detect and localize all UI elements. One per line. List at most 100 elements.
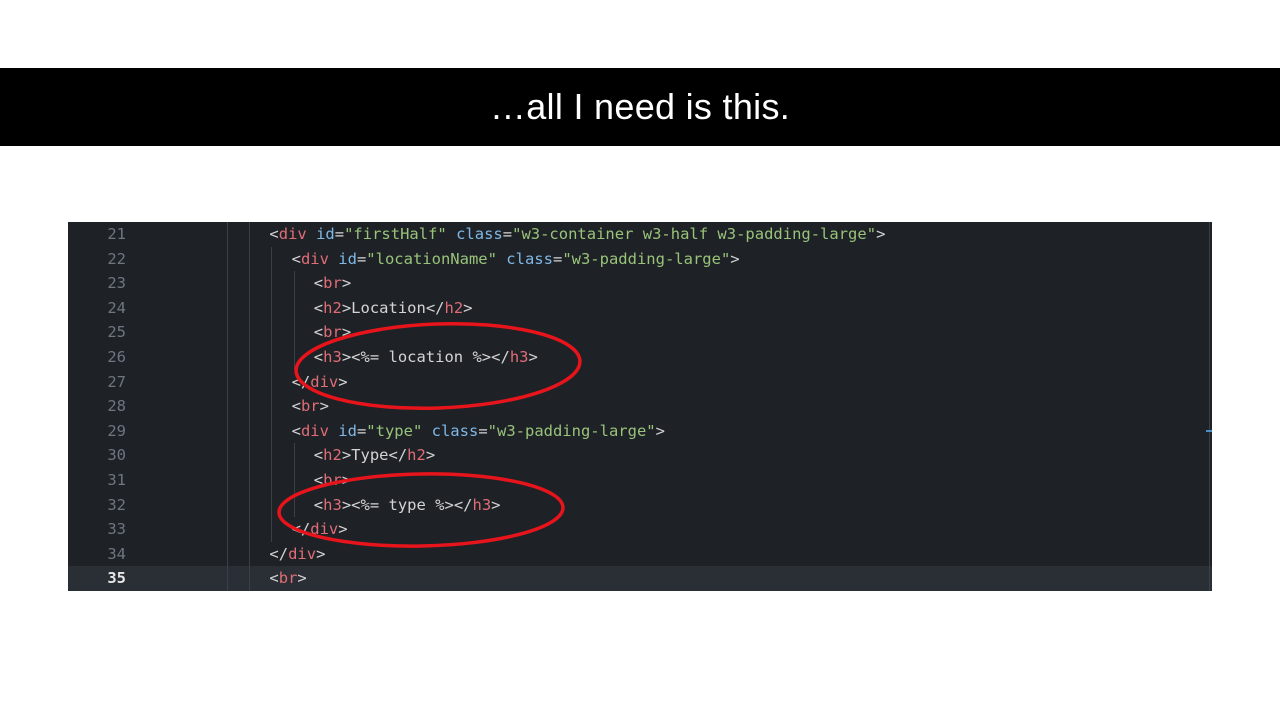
- indent-guide: [249, 566, 251, 591]
- indent-guide: [271, 468, 273, 493]
- code-token: =: [478, 421, 488, 440]
- code-token: =: [552, 249, 563, 268]
- indent-guide: [227, 320, 228, 345]
- code-token: <%= location %>: [351, 348, 492, 366]
- indent-guide: [249, 222, 251, 247]
- line-number: 33: [107, 520, 126, 539]
- indent-guide: [271, 517, 273, 542]
- line-number: 25: [107, 323, 126, 342]
- code-token: >: [730, 249, 740, 268]
- indent-guide: [227, 295, 228, 321]
- code-token: "firstHalf": [344, 225, 447, 243]
- code-token: "w3-padding-large": [562, 249, 731, 268]
- code-token: <: [291, 421, 301, 440]
- line-number: 34: [107, 544, 126, 563]
- code-text: <h3><%= location %></h3>: [314, 345, 538, 370]
- indent-guide: [249, 517, 251, 542]
- code-token: </: [388, 446, 408, 465]
- code-token: h2: [323, 298, 342, 317]
- code-token: <: [313, 446, 324, 465]
- code-line: 21 <div id="firstHalf" class="w3-containe…: [68, 222, 1212, 247]
- editor-ruler: [1209, 222, 1210, 591]
- code-token: >: [341, 495, 352, 514]
- code-token: </: [425, 298, 445, 317]
- line-number: 32: [107, 495, 126, 514]
- code-token: h2: [323, 446, 342, 465]
- code-token: >: [341, 348, 352, 366]
- code-token: h2: [407, 446, 426, 465]
- code-text: <br>: [292, 394, 329, 419]
- indent-guide: [227, 369, 228, 395]
- code-text: <h2>Type</h2>: [314, 443, 435, 468]
- indent-guide: [249, 271, 251, 296]
- code-token: <: [313, 274, 324, 293]
- code-token: br: [323, 471, 342, 489]
- slide-title: …all I need is this.: [489, 86, 791, 127]
- code-token: </: [453, 495, 473, 514]
- code-token: "w3-container w3-half w3-padding-large": [512, 225, 877, 243]
- indent-guide: [249, 320, 251, 345]
- code-token: </: [491, 348, 510, 366]
- code-token: >: [528, 348, 538, 366]
- code-token: >: [338, 372, 348, 391]
- indent-guide: [227, 541, 228, 567]
- code-token: div: [300, 421, 329, 440]
- code-token: >: [341, 323, 352, 342]
- code-line: 24 <h2>Location</h2>: [68, 295, 1212, 321]
- line-number: 23: [107, 274, 126, 293]
- code-token: div: [288, 544, 317, 563]
- code-text: <div id="locationName" class="w3-padding…: [292, 247, 740, 272]
- indent-guide: [227, 271, 228, 296]
- code-token: class: [456, 225, 503, 243]
- slide: …all I need is this. 21 <div id="firstHal…: [0, 0, 1280, 720]
- code-line: 29 <div id="type" class="w3-padding-large…: [68, 418, 1212, 444]
- code-editor-screenshot: 21 <div id="firstHalf" class="w3-containe…: [68, 222, 1212, 591]
- code-token: br: [300, 397, 320, 416]
- code-token: Type: [351, 446, 389, 465]
- code-token: <: [313, 495, 324, 514]
- code-token: <: [269, 225, 279, 243]
- code-token: >: [338, 520, 348, 539]
- code-token: <: [291, 249, 301, 268]
- indent-guide: [249, 394, 251, 419]
- code-token: >: [876, 225, 886, 243]
- code-token: >: [341, 471, 352, 489]
- indent-guide: [293, 492, 295, 518]
- code-token: <%= type %>: [351, 495, 454, 514]
- scrollbar-marker: [1206, 430, 1212, 432]
- line-number: 35: [107, 569, 126, 588]
- code-token: id: [338, 249, 357, 268]
- code-token: id: [338, 421, 357, 440]
- code-token: class: [431, 421, 479, 440]
- code-token: <: [313, 471, 324, 489]
- code-token: Location: [351, 298, 426, 317]
- code-token: </: [291, 520, 311, 539]
- code-token: div: [278, 225, 307, 243]
- code-token: >: [341, 298, 352, 317]
- code-token: id: [316, 225, 335, 243]
- indent-guide: [271, 345, 273, 370]
- indent-guide: [227, 443, 228, 468]
- code-token: >: [425, 446, 436, 465]
- indent-guide: [227, 345, 228, 370]
- code-text: <br>: [314, 468, 351, 493]
- code-token: =: [502, 225, 513, 243]
- code-token: =: [356, 421, 367, 440]
- indent-guide: [293, 295, 295, 321]
- code-line: 25 <br>: [68, 320, 1212, 345]
- indent-guide: [227, 394, 228, 419]
- line-number: 21: [107, 225, 126, 243]
- indent-guide: [227, 492, 228, 518]
- indent-guide: [271, 492, 273, 518]
- code-text: <div id="firstHalf" class="w3-container …: [269, 222, 885, 247]
- indent-guide: [227, 517, 228, 542]
- indent-guide: [249, 369, 251, 395]
- code-token: h3: [323, 348, 342, 366]
- code-token: >: [463, 298, 473, 317]
- code-token: "w3-padding-large": [487, 421, 656, 440]
- code-token: <: [313, 348, 324, 366]
